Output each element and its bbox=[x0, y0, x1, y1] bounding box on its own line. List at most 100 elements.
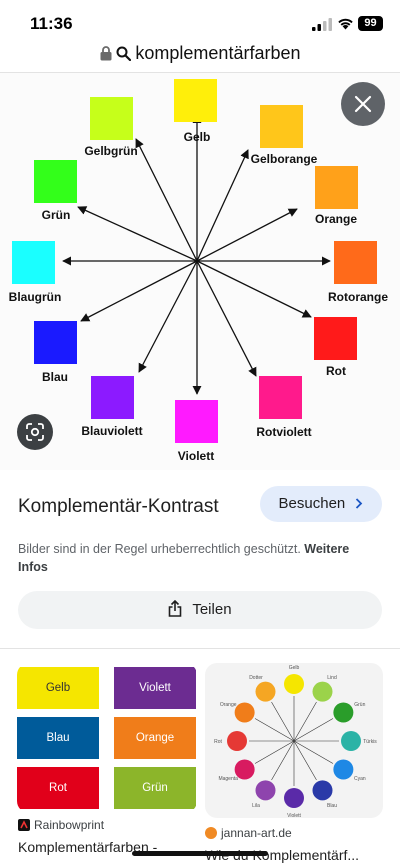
mini-wheel-dot bbox=[333, 759, 354, 780]
label-rotorange: Rotorange bbox=[328, 290, 388, 304]
url-text: komplementärfarben bbox=[135, 43, 301, 63]
arrow-gruen bbox=[77, 206, 198, 262]
swatch-rot bbox=[314, 317, 357, 360]
copyright-text: Bilder sind in der Regel urheberrechtlic… bbox=[18, 542, 301, 556]
rainbowprint-favicon bbox=[18, 819, 30, 831]
label-rot: Rot bbox=[326, 364, 346, 378]
mini-wheel-spoke bbox=[271, 740, 295, 781]
tile-rot: Rot bbox=[17, 767, 99, 809]
share-label: Teilen bbox=[192, 601, 232, 618]
arrow-gelbgruen bbox=[135, 138, 198, 262]
label-rotviolett: Rotviolett bbox=[256, 425, 311, 439]
mini-wheel-label: Orange bbox=[220, 702, 237, 708]
tile-violett: Violett bbox=[114, 667, 196, 709]
mini-wheel-label: Cyan bbox=[354, 776, 366, 782]
chevron-right-icon bbox=[356, 498, 363, 509]
arrow-blauviolett bbox=[138, 260, 198, 373]
related-image-card[interactable]: Gelb Violett Blau Orange Rot Grün bbox=[17, 663, 197, 813]
label-gelborange: Gelborange bbox=[251, 152, 318, 166]
mini-wheel-label: Gelb bbox=[289, 665, 300, 671]
swatch-gruen bbox=[34, 160, 77, 203]
mini-wheel-dot bbox=[341, 731, 361, 751]
mini-wheel-dot bbox=[333, 702, 354, 723]
related-image-card[interactable]: Gelb Lind Grün Türkis Cyan Blau Violett Lila Mag… bbox=[205, 663, 383, 818]
visit-label: Besuchen bbox=[278, 495, 346, 512]
share-button[interactable]: Teilen bbox=[18, 591, 382, 629]
tile-gruen: Grün bbox=[114, 767, 196, 809]
label-orange: Orange bbox=[315, 212, 357, 226]
mini-wheel-spoke bbox=[293, 740, 317, 781]
mini-wheel-spoke bbox=[293, 740, 334, 764]
mini-wheel-label: Lind bbox=[327, 675, 337, 681]
tile-gelb: Gelb bbox=[17, 667, 99, 709]
mini-wheel-spoke bbox=[293, 718, 334, 742]
mini-wheel-spoke bbox=[271, 701, 295, 742]
lock-icon bbox=[100, 46, 111, 61]
arrow-blau bbox=[80, 260, 198, 322]
label-blauviolett: Blauviolett bbox=[81, 424, 142, 438]
tile-orange: Orange bbox=[114, 717, 196, 759]
close-button[interactable] bbox=[341, 82, 385, 126]
arrow-orange bbox=[196, 208, 298, 262]
swatch-blaugruen bbox=[12, 241, 55, 284]
label-blaugruen: Blaugrün bbox=[9, 290, 62, 304]
mini-wheel-label: Türkis bbox=[363, 739, 377, 745]
mini-wheel-spoke bbox=[254, 718, 295, 742]
mini-wheel-dot bbox=[284, 674, 304, 694]
swatch-gelborange bbox=[260, 105, 303, 148]
swatch-blauviolett bbox=[91, 376, 134, 419]
jannan-art-favicon bbox=[205, 827, 217, 839]
lens-button[interactable] bbox=[17, 414, 53, 450]
mini-wheel-label: Magenta bbox=[218, 776, 238, 782]
mini-wheel-label: Rot bbox=[214, 739, 222, 745]
mini-wheel-label: Violett bbox=[287, 813, 301, 818]
close-icon bbox=[354, 95, 372, 113]
swatch-gelbgruen bbox=[90, 97, 133, 140]
label-gruen: Grün bbox=[42, 208, 71, 222]
label-gelb: Gelb bbox=[184, 130, 211, 144]
swatch-violett bbox=[175, 400, 218, 443]
divider bbox=[0, 648, 400, 649]
tile-blau: Blau bbox=[17, 717, 99, 759]
color-wheel-diagram: Gelb Gelborange Orange Rotorange Rot Rot… bbox=[9, 79, 388, 463]
arrow-rotviolett bbox=[196, 260, 257, 377]
label-blau: Blau bbox=[42, 370, 68, 384]
home-indicator bbox=[132, 851, 268, 856]
visit-button[interactable]: Besuchen bbox=[260, 486, 382, 522]
result-title: Komplementär-Kontrast bbox=[18, 496, 219, 517]
source-rainbowprint[interactable]: Rainbowprint bbox=[18, 818, 104, 832]
arrow-gelborange bbox=[196, 149, 249, 262]
mini-wheel-dot bbox=[255, 780, 276, 801]
mini-wheel-label: Dotter bbox=[249, 675, 263, 681]
source-name: jannan-art.de bbox=[221, 826, 292, 840]
mini-wheel-dot bbox=[234, 702, 255, 723]
url-bar[interactable]: komplementärfarben bbox=[0, 40, 400, 70]
label-gelbgruen: Gelbgrün bbox=[84, 144, 137, 158]
mini-wheel-label: Grün bbox=[354, 702, 365, 708]
mini-wheel-dot bbox=[255, 681, 276, 702]
status-bar: 11:36 99 bbox=[0, 0, 400, 40]
arrow-rot bbox=[196, 260, 312, 318]
copyright-notice: Bilder sind in der Regel urheberrechtlic… bbox=[18, 540, 378, 576]
lens-icon bbox=[26, 423, 44, 441]
cellular-signal-icon bbox=[312, 18, 332, 31]
mini-color-wheel: Gelb Lind Grün Türkis Cyan Blau Violett Lila Mag… bbox=[214, 665, 377, 818]
swatch-blau bbox=[34, 321, 77, 364]
label-violett: Violett bbox=[178, 449, 214, 463]
mini-wheel-spoke bbox=[254, 740, 295, 764]
mini-wheel-label: Lila bbox=[252, 803, 260, 809]
mini-wheel-dot bbox=[312, 681, 333, 702]
mini-wheel-dot bbox=[284, 788, 304, 808]
source-jannan-art[interactable]: jannan-art.de bbox=[205, 826, 292, 840]
battery-icon: 99 bbox=[358, 16, 383, 31]
swatch-orange bbox=[315, 166, 358, 209]
mini-wheel-spoke bbox=[293, 701, 317, 742]
main-image[interactable]: Gelb Gelborange Orange Rotorange Rot Rot… bbox=[0, 73, 400, 470]
status-time: 11:36 bbox=[30, 14, 73, 33]
wifi-icon bbox=[338, 18, 353, 30]
source-name: Rainbowprint bbox=[34, 818, 105, 832]
swatch-gelb bbox=[174, 79, 217, 122]
mini-wheel-label: Blau bbox=[327, 803, 337, 809]
swatch-rotviolett bbox=[259, 376, 302, 419]
mini-wheel-dot bbox=[312, 780, 333, 801]
